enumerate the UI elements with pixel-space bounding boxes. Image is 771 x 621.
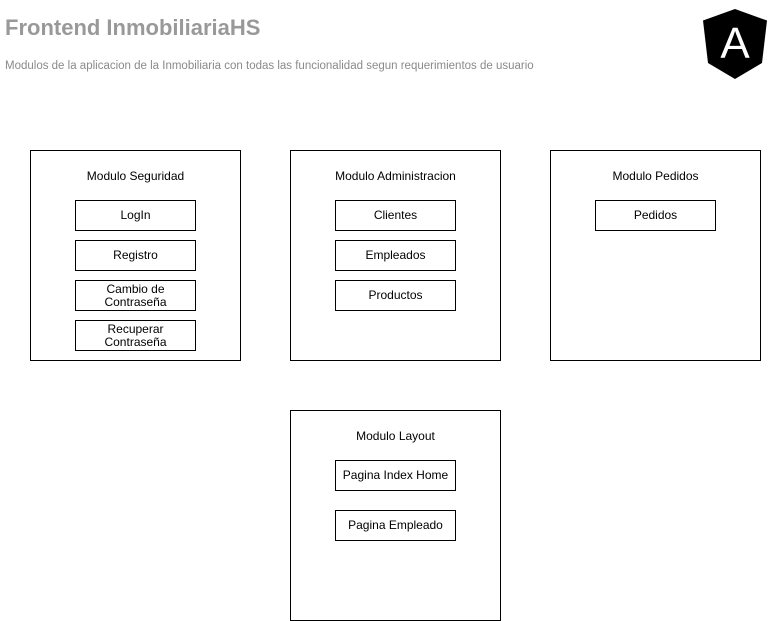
module-item-login: LogIn [75, 200, 196, 231]
page-subtitle: Modulos de la aplicacion de la Inmobilia… [5, 60, 534, 72]
module-item-label: Pedidos [633, 208, 678, 222]
module-title: Modulo Pedidos [612, 169, 699, 183]
module-administracion: Modulo Administracion Clientes Empleados… [290, 150, 501, 361]
module-item-cambio-contrasena: Cambio de Contraseña [75, 280, 196, 311]
module-item-label: Cambio de Contraseña [104, 281, 167, 309]
logo-letter: A [720, 19, 750, 68]
module-seguridad: Modulo Seguridad LogIn Registro Cambio d… [30, 150, 241, 361]
module-item-label: Empleados [365, 248, 426, 262]
module-pedidos: Modulo Pedidos Pedidos [550, 150, 761, 361]
module-item-pagina-empleado: Pagina Empleado [335, 510, 456, 541]
module-item-label: Recuperar Contraseña [104, 321, 167, 349]
module-layout: Modulo Layout Pagina Index Home Pagina E… [290, 410, 501, 621]
module-item-pedidos: Pedidos [595, 200, 716, 231]
module-title: Modulo Layout [356, 429, 435, 443]
module-title: Modulo Administracion [335, 169, 456, 183]
module-item-label: LogIn [120, 208, 151, 222]
module-item-recuperar-contrasena: Recuperar Contraseña [75, 320, 196, 351]
module-item-label: Registro [113, 248, 158, 262]
module-item-registro: Registro [75, 240, 196, 271]
module-item-label: Pagina Empleado [348, 518, 443, 532]
module-item-productos: Productos [335, 280, 456, 311]
angular-logo-icon: A [703, 9, 767, 79]
page-title: Frontend InmobiliariaHS [5, 15, 261, 40]
module-item-label: Productos [368, 288, 423, 302]
module-title: Modulo Seguridad [86, 169, 185, 183]
module-item-clientes: Clientes [335, 200, 456, 231]
module-item-empleados: Empleados [335, 240, 456, 271]
module-item-label: Clientes [373, 208, 418, 222]
module-item-label: Pagina Index Home [342, 468, 449, 482]
module-item-pagina-index-home: Pagina Index Home [335, 460, 456, 491]
